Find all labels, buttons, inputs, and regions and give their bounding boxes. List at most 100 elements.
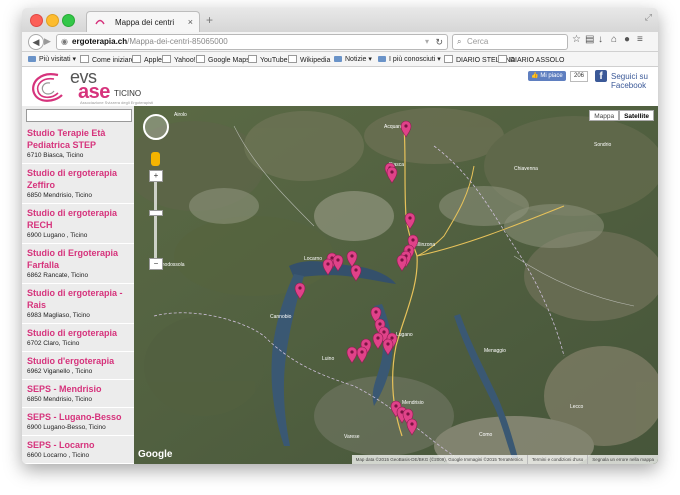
center-list-item[interactable]: Studio di ergoterapia - Rais 6983 Maglias… bbox=[22, 284, 134, 324]
place-label: Menaggio bbox=[484, 348, 506, 354]
folder-icon bbox=[334, 56, 342, 62]
center-name[interactable]: Studio di Ergoterapia Farfalla bbox=[27, 247, 129, 271]
logo-swirl-icon[interactable] bbox=[28, 69, 72, 105]
center-name[interactable]: Studio di ergoterapia Zeffiro bbox=[27, 167, 129, 191]
center-name[interactable]: SEPS - Lugano-Besso bbox=[27, 411, 129, 423]
chat-icon[interactable]: ● bbox=[624, 34, 637, 45]
dropdown-arrow-icon[interactable]: ▾ bbox=[425, 35, 429, 49]
map-type-map-button[interactable]: Mappa bbox=[589, 110, 620, 121]
center-filter-input[interactable] bbox=[26, 109, 132, 122]
new-tab-icon[interactable]: + bbox=[206, 13, 213, 27]
navigation-bar: ◀ ▶ ◉ ergoterapia.ch/Mappa-dei-centri-85… bbox=[22, 32, 658, 52]
download-icon[interactable]: ↓ bbox=[598, 34, 611, 45]
centers-list: Studio Terapie Età Pediatrica STEP 6710 B… bbox=[22, 124, 134, 464]
center-address: 6710 Biasca, Ticino bbox=[27, 152, 84, 159]
map-attribution: Map data ©2015 GeoBasis-DE/BKG (©2009), … bbox=[351, 455, 658, 464]
close-window-button[interactable] bbox=[30, 14, 43, 27]
site-header: evs ase TICINO Associazione Svizzera deg… bbox=[22, 67, 658, 108]
google-logo: Google bbox=[138, 449, 173, 460]
center-list-item[interactable]: Studio d'ergoterapia 6962 Viganello , Tic… bbox=[22, 352, 134, 380]
center-name[interactable]: SEPS - Mendrisio bbox=[27, 383, 129, 395]
terms-link[interactable]: Termini e condizioni d'uso bbox=[526, 455, 587, 464]
back-button[interactable]: ◀ bbox=[28, 34, 44, 50]
map-type-satellite-button[interactable]: Satellite bbox=[619, 110, 654, 121]
center-name[interactable]: Studio di ergoterapia - Rais bbox=[27, 287, 129, 311]
pan-control[interactable] bbox=[143, 114, 169, 140]
zoom-out-button[interactable]: − bbox=[149, 258, 163, 270]
reload-icon[interactable]: ↻ bbox=[435, 35, 443, 49]
center-list-item[interactable]: Studio di Ergoterapia Farfalla 6862 Ranca… bbox=[22, 244, 134, 284]
center-list-item[interactable]: Studio Terapie Età Pediatrica STEP 6710 B… bbox=[22, 124, 134, 164]
url-bar[interactable]: ◉ ergoterapia.ch/Mappa-dei-centri-850650… bbox=[56, 34, 448, 50]
menu-icon[interactable]: ≡ bbox=[637, 34, 650, 45]
center-list-item[interactable]: Studio di ergoterapia RECH 6900 Lugano , … bbox=[22, 204, 134, 244]
bookmark-item[interactable]: Yahoo! bbox=[162, 55, 196, 64]
zoom-window-button[interactable] bbox=[62, 14, 75, 27]
place-label: Como bbox=[479, 432, 493, 438]
place-label: Cannobio bbox=[270, 314, 292, 320]
tab-mappa-dei-centri[interactable]: Mappa dei centri × bbox=[86, 11, 200, 33]
center-address: 6850 Mendrisio, Ticino bbox=[27, 192, 93, 199]
logo-subtitle: Associazione Svizzera degli Ergoterapist… bbox=[80, 100, 154, 105]
zoom-slider-track[interactable] bbox=[154, 170, 157, 262]
center-name[interactable]: Studio di ergoterapia RECH bbox=[27, 207, 129, 231]
center-list-item[interactable]: Studio di ergoterapia 6702 Claro, Ticino bbox=[22, 324, 134, 352]
minimize-window-button[interactable] bbox=[46, 14, 59, 27]
center-name[interactable]: Studio Terapie Età Pediatrica STEP bbox=[27, 127, 129, 151]
site-identity-icon[interactable]: ◉ bbox=[61, 35, 68, 49]
tab-bar: Mappa dei centri × + ⤢ bbox=[22, 8, 658, 33]
report-error-link[interactable]: Segnala un errore nella mappa bbox=[587, 455, 658, 464]
street-view-pegman-icon[interactable] bbox=[151, 152, 160, 166]
center-list-item[interactable]: SEPS - Locarno 6600 Locarno , Ticino bbox=[22, 436, 134, 464]
bookmark-item[interactable]: YouTube bbox=[248, 55, 288, 64]
facebook-like-button[interactable]: 👍 Mi piace bbox=[528, 71, 566, 81]
page-icon bbox=[498, 55, 507, 63]
zoom-in-button[interactable]: + bbox=[149, 170, 163, 182]
center-address: 6850 Mendrisio, Ticino bbox=[27, 396, 93, 403]
bookmark-item[interactable]: Notizie ▾ bbox=[334, 55, 372, 63]
browser-window: Mappa dei centri × + ⤢ ◀ ▶ ◉ ergoterapia… bbox=[22, 8, 658, 464]
center-address: 6900 Lugano-Besso, Ticino bbox=[27, 424, 106, 431]
bookmark-item[interactable]: Apple bbox=[132, 55, 162, 64]
place-label: Lecco bbox=[570, 404, 584, 410]
place-label: Locarno bbox=[304, 256, 322, 262]
facebook-follow-link[interactable]: Seguici su Facebook bbox=[611, 72, 658, 90]
bookmark-item[interactable]: Wikipedia bbox=[288, 55, 330, 64]
content-area: Studio Terapie Età Pediatrica STEP 6710 B… bbox=[22, 106, 658, 464]
center-list-item[interactable]: Studio di ergoterapia Zeffiro 6850 Mendri… bbox=[22, 164, 134, 204]
place-label: Mendrisio bbox=[402, 400, 424, 406]
bookmark-item[interactable]: Google Maps bbox=[196, 55, 250, 64]
bookmark-item[interactable]: Più visitati ▾ bbox=[28, 55, 76, 63]
home-icon[interactable]: ⌂ bbox=[611, 34, 624, 45]
page-icon bbox=[162, 55, 171, 63]
site-favicon-icon bbox=[95, 19, 105, 25]
center-name[interactable]: Studio di ergoterapia bbox=[27, 327, 129, 339]
tab-title: Mappa dei centri bbox=[115, 18, 175, 27]
tab-close-icon[interactable]: × bbox=[188, 17, 193, 27]
page-icon bbox=[196, 55, 205, 63]
zoom-slider-thumb[interactable] bbox=[149, 210, 163, 216]
map-view[interactable]: Airolo Acquarossa Biasca Bellinzona Locarno L… bbox=[134, 106, 658, 464]
folder-icon bbox=[28, 56, 36, 62]
center-address: 6600 Locarno , Ticino bbox=[27, 452, 90, 459]
bookmark-star-icon[interactable]: ☆ bbox=[572, 34, 585, 45]
page-icon bbox=[288, 55, 297, 63]
center-name[interactable]: Studio d'ergoterapia bbox=[27, 355, 129, 367]
bookmark-item[interactable]: I più conosciuti ▾ bbox=[378, 55, 441, 63]
forward-button[interactable]: ▶ bbox=[44, 36, 51, 47]
center-list-item[interactable]: SEPS - Mendrisio 6850 Mendrisio, Ticino bbox=[22, 380, 134, 408]
place-label: Airolo bbox=[174, 112, 187, 118]
fullscreen-icon[interactable]: ⤢ bbox=[645, 12, 652, 23]
bookmark-item[interactable]: Come iniziare bbox=[80, 55, 135, 64]
folder-icon bbox=[378, 56, 386, 62]
url-path: /Mappa-dei-centri-85065000 bbox=[127, 37, 228, 46]
center-address: 6962 Viganello , Ticino bbox=[27, 368, 93, 375]
center-name[interactable]: SEPS - Locarno bbox=[27, 439, 129, 451]
center-list-item[interactable]: SEPS - Lugano-Besso 6900 Lugano-Besso, Ti… bbox=[22, 408, 134, 436]
bookmark-item[interactable]: DIARIO ASSOLO bbox=[498, 55, 564, 64]
search-input[interactable]: ⌕ Cerca bbox=[452, 34, 568, 50]
facebook-icon[interactable]: f bbox=[595, 70, 607, 82]
place-label: Varese bbox=[344, 434, 360, 440]
satellite-map[interactable]: AiroloAcquarossaBiascaBellinzonaLocarnoL… bbox=[134, 106, 658, 464]
reading-list-icon[interactable]: ▤ bbox=[585, 34, 598, 45]
